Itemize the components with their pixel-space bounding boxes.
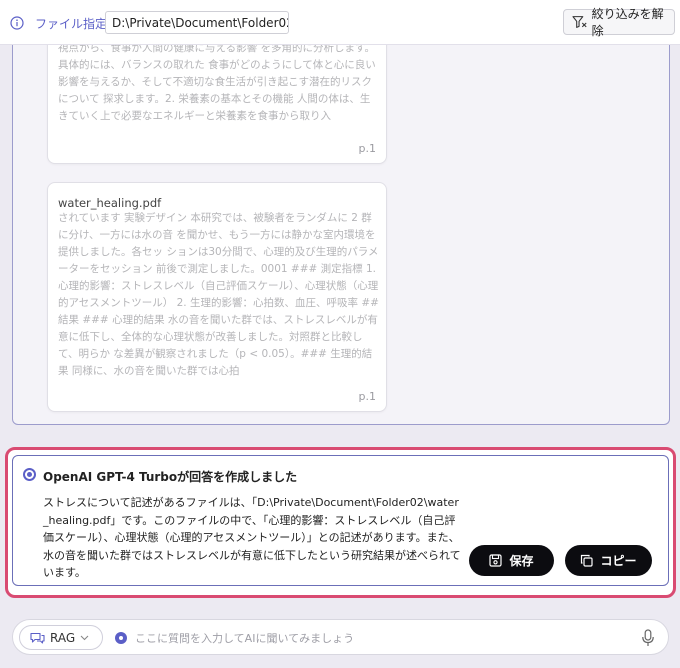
info-icon[interactable]: [10, 16, 24, 30]
mic-icon[interactable]: [641, 629, 655, 647]
result-excerpt: されています 実験デザイン 本研究では、被験者をランダムに 2 群に分け、一方に…: [58, 212, 379, 377]
copy-button[interactable]: コピー: [565, 545, 652, 576]
answer-text: ストレスについて記述があるファイルは、「D:\Private\Document\…: [43, 496, 461, 579]
result-file-name: water_healing.pdf: [58, 196, 162, 210]
copy-icon: [581, 554, 594, 567]
chat-input-bar: RAG: [12, 619, 669, 655]
folder-path-field[interactable]: D:\Private\Document\Folder02\: [105, 11, 289, 34]
filter-clear-icon: [572, 16, 587, 28]
ai-status-icon: [115, 632, 127, 644]
model-status-icon: [23, 468, 36, 481]
save-icon: [489, 554, 503, 567]
answer-highlight-frame: OpenAI GPT-4 Turboが回答を作成しました ストレスについて記述が…: [5, 447, 676, 598]
save-button[interactable]: 保存: [469, 545, 554, 576]
result-page-number: p.1: [358, 390, 376, 403]
copy-label: コピー: [600, 554, 637, 568]
result-card[interactable]: water_healing.pdf されています 実験デザイン 本研究では、被験…: [47, 182, 387, 412]
rag-mode-select[interactable]: RAG: [19, 625, 103, 650]
result-excerpt: 視点から、食事が人間の健康に与える影響 を多角的に分析します。具体的には、バラン…: [58, 45, 376, 122]
answer-panel: OpenAI GPT-4 Turboが回答を作成しました ストレスについて記述が…: [12, 455, 669, 586]
save-label: 保存: [509, 554, 534, 568]
question-input[interactable]: [135, 627, 625, 649]
rag-mode-label: RAG: [50, 630, 76, 645]
clear-filter-label: 絞り込みを解除: [591, 7, 664, 38]
file-spec-label: ファイル指定: [35, 17, 108, 31]
search-results-panel[interactable]: 視点から、食事が人間の健康に与える影響 を多角的に分析します。具体的には、バラン…: [12, 45, 670, 425]
top-bar: ファイル指定 D:\Private\Document\Folder02\ 絞り込…: [0, 0, 680, 45]
model-status-title: OpenAI GPT-4 Turboが回答を作成しました: [43, 470, 298, 484]
rag-icon: [30, 632, 45, 644]
result-page-number: p.1: [358, 142, 376, 155]
chevron-down-icon: [80, 635, 89, 640]
result-card[interactable]: 視点から、食事が人間の健康に与える影響 を多角的に分析します。具体的には、バラン…: [47, 45, 387, 164]
clear-filter-button[interactable]: 絞り込みを解除: [563, 7, 675, 38]
